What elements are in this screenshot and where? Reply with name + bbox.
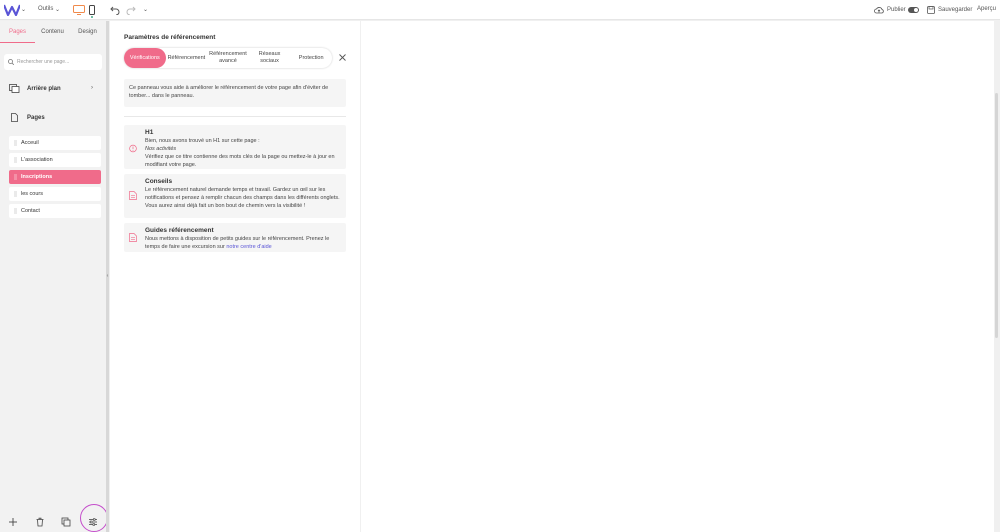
tips-card: Conseils Le référencement naturel demand… (124, 174, 346, 218)
panel-intro: Ce panneau vous aide à améliorer le réfé… (124, 79, 346, 107)
seo-settings-panel: Paramètres de référencement Vérification… (110, 21, 360, 532)
page-name: L'association (21, 157, 53, 163)
list-item[interactable]: L'association (9, 153, 101, 167)
tab-verifications[interactable]: Vérifications (124, 48, 166, 68)
canvas-scrollbar[interactable] (995, 93, 998, 338)
tab-referencement[interactable]: Référencement (166, 48, 208, 68)
list-item-active[interactable]: Inscriptions (9, 170, 101, 184)
tools-menu-button[interactable]: Outils (38, 6, 53, 12)
tab-reseaux-sociaux[interactable]: Réseaux sociaux (249, 48, 291, 68)
mobile-view-icon[interactable] (89, 5, 95, 15)
trash-icon[interactable] (35, 517, 45, 527)
info-circle-icon (129, 144, 137, 153)
settings-highlight-ring (80, 504, 108, 532)
h1-check-card: H1 Bien, nous avons trouvé un H1 sur cet… (124, 125, 346, 169)
pages-label: Pages (27, 114, 45, 121)
card-text: Vérifiez que ce titre contienne des mots… (145, 154, 335, 168)
drag-handle-icon[interactable] (14, 140, 17, 146)
card-body: Bien, nous avons trouvé un H1 sur cette … (145, 137, 343, 169)
page-name: Acceuil (21, 140, 39, 146)
collapse-chevron-left-icon[interactable]: ‹ (106, 273, 109, 279)
card-title: H1 (145, 129, 154, 136)
page-canvas[interactable] (361, 21, 994, 532)
guides-card: Guides référencement Nous mettons à disp… (124, 223, 346, 252)
redo-icon[interactable] (126, 5, 136, 15)
seo-tabs: Vérifications Référencement Référencemen… (124, 48, 332, 68)
page-name: Contact (21, 208, 40, 214)
logo-menu-chevron-down-icon[interactable]: ⌄ (21, 6, 26, 13)
cloud-upload-icon (874, 7, 884, 14)
publish-label: Publier (887, 7, 906, 13)
tab-contenu[interactable]: Contenu (35, 21, 70, 43)
card-text: Le référencement naturel demande temps e… (145, 187, 340, 201)
card-title: Guides référencement (145, 227, 214, 234)
document-icon (129, 233, 137, 242)
chevron-right-icon: › (91, 85, 93, 91)
duplicate-icon[interactable] (61, 517, 71, 527)
left-sidebar: Pages Contenu Design Arrière plan › Page… (0, 21, 106, 532)
help-center-link[interactable]: notre centre d'aide (226, 244, 271, 250)
h1-value: Nos activités (145, 146, 177, 152)
card-title: Conseils (145, 178, 173, 185)
drag-handle-icon[interactable] (14, 174, 17, 180)
undo-icon[interactable] (110, 5, 120, 15)
history-chevron-down-icon[interactable]: ⌄ (143, 6, 148, 13)
card-body: Le référencement naturel demande temps e… (145, 186, 343, 210)
tab-pages[interactable]: Pages (0, 21, 35, 43)
list-item[interactable]: Contact (9, 204, 101, 218)
layers-icon (9, 84, 20, 93)
tab-protection[interactable]: Protection (290, 48, 332, 68)
background-row[interactable]: Arrière plan › (9, 84, 93, 93)
page-document-icon (11, 113, 18, 122)
panel-title: Paramètres de référencement (124, 34, 216, 41)
background-label: Arrière plan (27, 85, 61, 92)
save-button[interactable]: Sauvegarder (927, 5, 972, 15)
tab-design[interactable]: Design (70, 21, 105, 43)
close-icon[interactable] (339, 54, 346, 61)
active-view-indicator (91, 16, 93, 18)
list-item[interactable]: les cours (9, 187, 101, 201)
drag-handle-icon[interactable] (14, 208, 17, 214)
save-label: Sauvegarder (938, 7, 973, 13)
brand-logo-icon[interactable] (4, 4, 20, 16)
publish-button[interactable]: Publier (874, 5, 906, 15)
desktop-view-icon[interactable] (73, 5, 85, 15)
drag-handle-icon[interactable] (14, 191, 17, 197)
publish-toggle[interactable] (908, 7, 919, 13)
preview-button[interactable]: Aperçu (977, 6, 996, 12)
page-name: les cours (21, 191, 44, 197)
page-list: Acceuil L'association Inscriptions les c… (9, 136, 101, 221)
pages-row[interactable]: Pages (11, 113, 45, 122)
page-name: Inscriptions (21, 174, 53, 180)
card-body: Nous mettons à disposition de petits gui… (145, 235, 343, 251)
top-toolbar: ⌄ Outils ⌄ ⌄ Publier Sauvegarder Aperçu (0, 0, 1000, 20)
sidebar-tabs: Pages Contenu Design (0, 21, 106, 43)
list-item[interactable]: Acceuil (9, 136, 101, 150)
search-input[interactable] (17, 59, 97, 65)
tools-chevron-down-icon[interactable]: ⌄ (55, 6, 60, 13)
floppy-disk-icon (927, 6, 935, 14)
card-text: Bien, nous avons trouvé un H1 sur cette … (145, 138, 260, 144)
divider (124, 116, 346, 117)
add-page-icon[interactable] (8, 517, 18, 527)
page-search (4, 54, 102, 70)
search-icon (8, 59, 14, 65)
card-text: Vous aurez ainsi déjà fait un bon bout d… (145, 203, 306, 209)
document-icon (129, 191, 137, 200)
drag-handle-icon[interactable] (14, 157, 17, 163)
tab-referencement-avance[interactable]: Référencement avancé (207, 48, 249, 68)
